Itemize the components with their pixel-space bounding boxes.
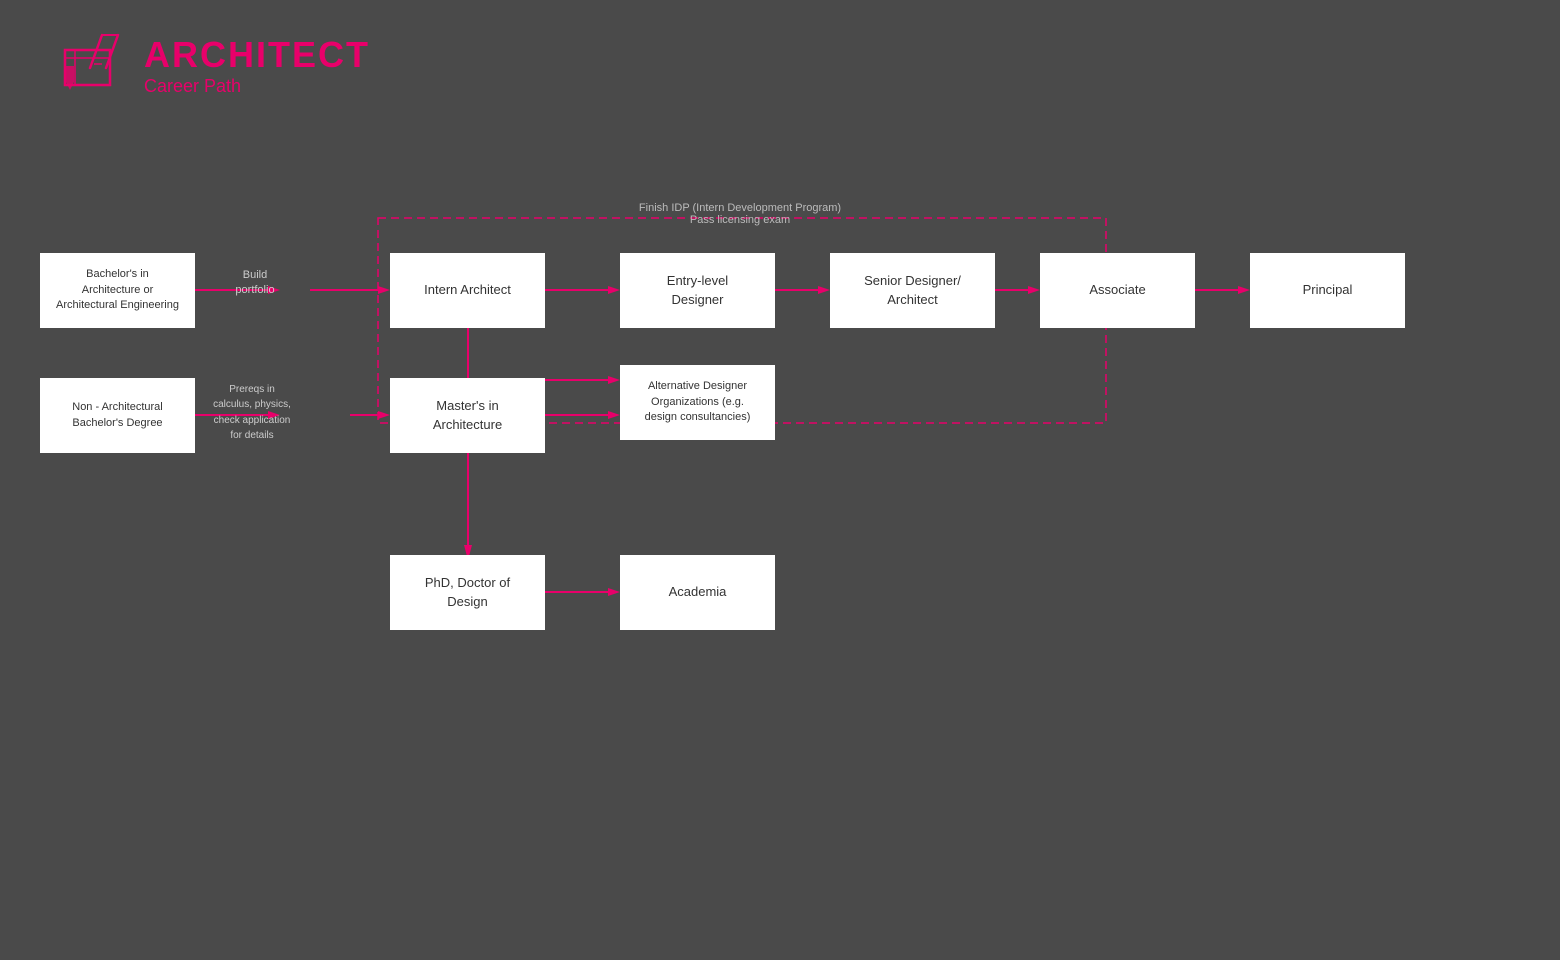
header-title: ARCHITECT [144, 34, 370, 76]
bachelors-box: Bachelor's in Architecture or Architectu… [40, 253, 195, 328]
academia-box: Academia [620, 555, 775, 630]
alt-designer-box: Alternative Designer Organizations (e.g.… [620, 365, 775, 440]
header: ARCHITECT Career Path [60, 30, 370, 100]
prereqs-label: Prereqs in calculus, physics, check appl… [207, 382, 297, 444]
header-subtitle: Career Path [144, 76, 370, 97]
masters-box: Master's in Architecture [390, 378, 545, 453]
header-text: ARCHITECT Career Path [144, 34, 370, 97]
entry-level-box: Entry-level Designer [620, 253, 775, 328]
intern-architect-box: Intern Architect [390, 253, 545, 328]
idp-label: Finish IDP (Intern Development Program) … [590, 202, 890, 226]
senior-designer-box: Senior Designer/ Architect [830, 253, 995, 328]
phd-box: PhD, Doctor of Design [390, 555, 545, 630]
principal-box: Principal [1250, 253, 1405, 328]
career-path-diagram: Finish IDP (Intern Development Program) … [40, 160, 1520, 860]
logo-icon [60, 30, 130, 100]
build-portfolio-label: Build portfolio [215, 268, 295, 299]
associate-box: Associate [1040, 253, 1195, 328]
non-arch-box: Non - Architectural Bachelor's Degree [40, 378, 195, 453]
